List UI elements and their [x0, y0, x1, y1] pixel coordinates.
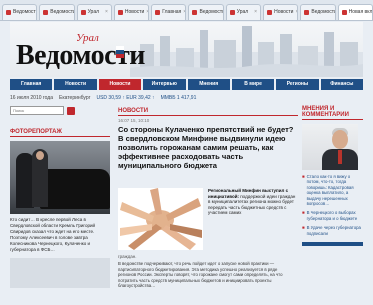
article-body: В ведомстве подчеркивают, что речь пойде… [118, 261, 283, 289]
columnist-portrait[interactable] [302, 124, 358, 170]
browser-tab-label: Урал [87, 9, 100, 15]
favicon-icon [304, 10, 310, 15]
browser-tab-label: Ведомости [199, 9, 224, 15]
site-header: Ведомости Урал [10, 22, 363, 77]
right-column: МНЕНИЯ И КОММЕНТАРИИ ■ Стало как-то я виж… [302, 106, 363, 305]
close-tab-icon[interactable]: × [146, 5, 148, 20]
favicon-icon [192, 10, 198, 15]
favicon-icon [229, 10, 235, 15]
car-shape [40, 169, 110, 209]
search-button[interactable] [67, 106, 75, 115]
nav-item[interactable]: В мире [231, 79, 275, 90]
site-logo[interactable]: Ведомости [16, 40, 145, 72]
browser-tab[interactable]: Новости × [113, 4, 150, 20]
browser-tab[interactable]: Ведомости× [188, 4, 224, 20]
opinion-link[interactable]: ■ В Чернецкого о выборах губернатора и о … [302, 210, 363, 221]
search-input[interactable] [10, 106, 64, 115]
close-tab-icon[interactable]: × [183, 5, 185, 20]
browser-tab[interactable]: Ведомости× [2, 4, 38, 20]
info-strip: 16 июля 2010 года Екатеринбург USD 30,59… [10, 93, 363, 103]
browser-tab-strip: Ведомости×Ведомости×Урал×Новости×Главная… [0, 0, 373, 21]
browser-tab-label: Ведомости [311, 9, 336, 15]
city-label: Екатеринбург [59, 95, 91, 101]
site-logo-region: Урал [76, 32, 99, 44]
article-date: 16:07 15, 10:10 [118, 118, 150, 123]
browser-tab[interactable]: Ведомости× [300, 4, 336, 20]
favicon-icon [6, 10, 11, 15]
hands-together-image [118, 188, 203, 250]
close-tab-icon[interactable]: × [105, 5, 108, 20]
bullet-icon: ■ [302, 225, 305, 231]
head-shape [332, 130, 348, 149]
nav-item[interactable]: Новости [54, 79, 97, 90]
browser-tab-label: Новости [274, 9, 294, 15]
nav-item[interactable]: Мнения [187, 79, 230, 90]
opinion-link-text: Стало как-то я вижу о потом, что-то, тог… [306, 174, 354, 207]
browser-tab[interactable]: Главная × [151, 4, 187, 20]
region-flag-icon [116, 46, 124, 58]
browser-tab-label: Ведомости [13, 9, 38, 15]
photo-caption[interactable]: Кто сидит… В кресле первой Леса в Свердл… [10, 217, 110, 253]
main-nav: Главная Новости Новости Интервью Мнения В мир… [10, 79, 363, 90]
browser-tab[interactable]: Урал × [225, 4, 262, 20]
search-form [10, 106, 110, 115]
opinion-link-text: В Чернецкого о выборах губернатора и о б… [306, 210, 358, 221]
browser-tab-label: Главная [162, 9, 182, 15]
close-tab-icon[interactable]: × [295, 5, 297, 20]
nav-item[interactable]: Главная [10, 79, 53, 90]
article-source: граждан. [118, 254, 137, 259]
browser-tab[interactable]: Урал × [76, 4, 112, 20]
browser-tab-label: Новости [124, 9, 145, 15]
bullet-icon: ■ [302, 174, 305, 179]
favicon-icon [341, 10, 347, 15]
tie-shape [338, 150, 342, 164]
opinion-link-text: В Удаче через губернатора подписали [306, 225, 361, 236]
current-date: 16 июля 2010 года [10, 95, 53, 101]
browser-tab-label: Новая вкл [348, 9, 373, 15]
news-section-title: НОВОСТИ [118, 108, 298, 116]
right-column-bar [302, 242, 363, 247]
article-headline[interactable]: Со стороны Кулаченко препятствий не буде… [118, 125, 298, 170]
opinion-link[interactable]: ■ Стало как-то я вижу о потом, что-то, то… [302, 174, 363, 206]
favicon-icon [155, 10, 161, 15]
favicon-icon [267, 10, 273, 15]
browser-tab-label: Урал [236, 9, 249, 15]
nav-item[interactable]: Новости [98, 79, 142, 90]
nav-item[interactable]: Регионы [276, 79, 319, 90]
main-article: НОВОСТИ 16:07 15, 10:10 Со стороны Кулач… [118, 108, 298, 305]
browser-tab[interactable]: Ведомости× [39, 4, 75, 20]
browser-tab-label: Ведомости [50, 9, 75, 15]
currency-rates: USD 30,59 ↑ EUR 39,42 ↑ [96, 95, 155, 101]
left-bottom-block [10, 258, 110, 288]
exchange-index: ММВБ 1 417,91 [160, 95, 197, 101]
left-column: ФОТОРЕПОРТАЖ Кто сидит… В кресле первой … [10, 106, 110, 305]
close-tab-icon[interactable]: × [254, 5, 257, 20]
city-skyline-illustration [130, 26, 363, 77]
opinions-section-title: МНЕНИЯ И КОММЕНТАРИИ [302, 106, 363, 120]
nav-item[interactable]: Финансы [320, 79, 363, 90]
face-shape [36, 151, 44, 160]
bullet-icon: ■ [302, 210, 305, 216]
favicon-icon [43, 10, 49, 15]
nav-item[interactable]: Интервью [143, 79, 186, 90]
favicon-icon [80, 10, 86, 15]
favicon-icon [117, 10, 123, 15]
browser-tab[interactable]: Новая вкл× [337, 4, 373, 20]
photo-section-title: ФОТОРЕПОРТАЖ [10, 129, 110, 137]
opinion-link[interactable]: ■ В Удаче через губернатора подписали [302, 225, 363, 236]
article-lead: Региональный Минфин выступил с инициатив… [208, 188, 296, 216]
photo-report-image[interactable] [10, 141, 110, 214]
browser-tab[interactable]: Новости × [263, 4, 299, 20]
